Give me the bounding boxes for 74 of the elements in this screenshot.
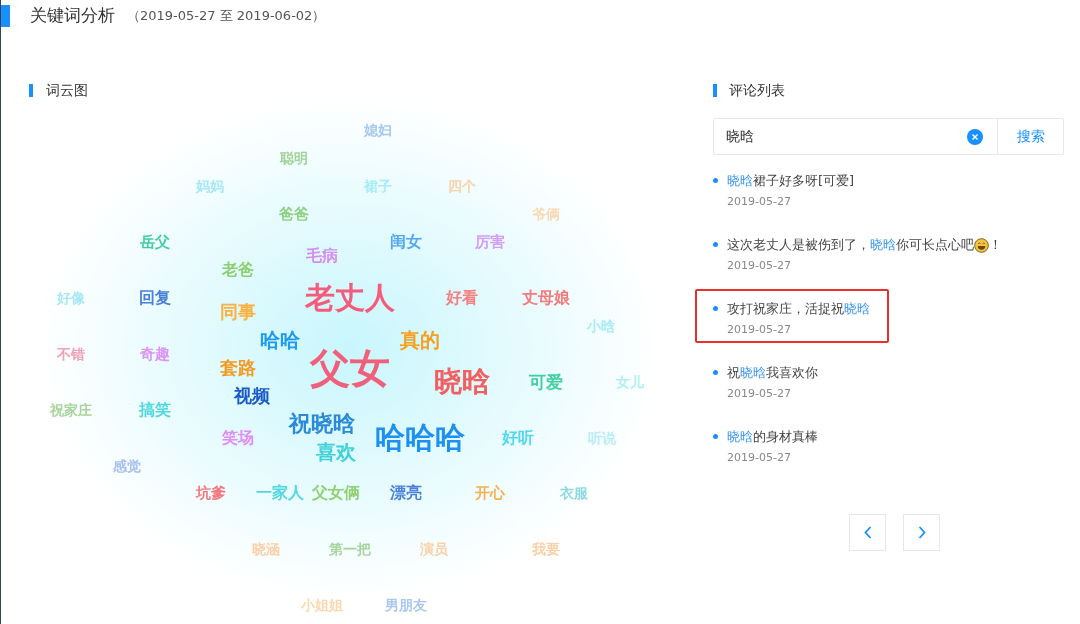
next-page-button[interactable]: [903, 514, 940, 551]
cloud-word: 不错: [57, 347, 85, 361]
cloud-word: 小晗: [587, 319, 615, 333]
cloud-word: 爸爸: [279, 206, 309, 222]
comment-date: 2019-05-27: [727, 322, 792, 338]
cloud-word: 小姐姐: [301, 598, 343, 612]
comment-date: 2019-05-27: [727, 386, 792, 402]
comment-text: 晓晗裙子好多呀[可爱]: [727, 172, 855, 190]
section-title: 评论列表: [729, 81, 785, 100]
cloud-word: 闺女: [390, 234, 422, 250]
cloud-word: 聪明: [280, 151, 308, 165]
accent-bar: [713, 84, 717, 97]
cloud-word: 坑爹: [196, 485, 226, 501]
cloud-word: 奇趣: [140, 346, 170, 362]
cloud-word: 晓晗: [434, 368, 490, 396]
cloud-word: 父女俩: [312, 485, 360, 501]
cloud-word: 开心: [475, 485, 505, 501]
cloud-word: 厉害: [475, 234, 505, 250]
cloud-word: 好听: [502, 430, 534, 446]
cloud-word: 喜欢: [316, 442, 356, 462]
chevron-left-icon: [863, 526, 872, 539]
cloud-word: 四个: [448, 179, 476, 193]
cloud-word: 老爸: [222, 262, 254, 278]
cloud-word: 父女: [310, 348, 390, 388]
cloud-word: 晓涵: [252, 542, 280, 556]
clear-icon[interactable]: [967, 128, 983, 145]
cloud-word: 同事: [220, 303, 256, 321]
cloud-word: 爷俩: [532, 207, 560, 221]
accent-bar: [29, 84, 33, 97]
cloud-word: 女儿: [616, 375, 644, 389]
previous-page-button[interactable]: [849, 514, 886, 551]
section-title: 词云图: [46, 81, 88, 100]
cloud-word: 毛病: [306, 248, 338, 264]
cloud-word: 感觉: [113, 459, 141, 473]
cloud-word: 哈哈哈: [375, 423, 465, 453]
cloud-word: 真的: [400, 330, 440, 350]
search-field[interactable]: 晓晗 搜索: [713, 118, 1064, 155]
cloud-word: 漂亮: [390, 485, 422, 501]
cloud-word: 好像: [57, 291, 85, 305]
chevron-right-icon: [917, 526, 926, 539]
cloud-word: 我要: [532, 542, 560, 556]
cloud-word: 男朋友: [385, 598, 427, 612]
cloud-word: 一家人: [256, 485, 304, 501]
page-title: 关键词分析: [30, 4, 115, 28]
cloud-word: 衣服: [560, 486, 588, 500]
cloud-word: 哈哈: [260, 330, 300, 350]
smiley-icon: [974, 237, 989, 253]
cloud-word: 岳父: [140, 234, 170, 250]
cloud-word: 好看: [446, 290, 478, 306]
cloud-word: 老丈人: [305, 283, 395, 313]
cloud-word: 祝晓晗: [289, 413, 355, 435]
cloud-word: 套路: [220, 359, 256, 377]
cloud-word: 演员: [420, 542, 448, 556]
cloud-word: 祝家庄: [50, 403, 92, 417]
comment-date: 2019-05-27: [727, 258, 792, 274]
cloud-word: 回复: [139, 290, 171, 306]
comment-text: 这次老丈人是被伤到了，晓晗你可长点心吧 ！: [727, 236, 1002, 255]
comment-date: 2019-05-27: [727, 450, 792, 466]
comment-text: 攻打祝家庄，活捉祝晓晗: [727, 300, 870, 318]
cloud-word: 可爱: [529, 373, 563, 391]
cloud-word: 搞笑: [139, 402, 171, 418]
accent-bar: [1, 5, 10, 27]
cloud-word: 妈妈: [196, 179, 224, 193]
comment-text: 祝晓晗我喜欢你: [727, 364, 818, 382]
cloud-word: 第一把: [329, 542, 371, 556]
cloud-word: 笑场: [222, 430, 254, 446]
comment-date: 2019-05-27: [727, 194, 792, 210]
cloud-word: 视频: [234, 387, 270, 405]
date-range: （2019-05-27 至 2019-06-02）: [127, 7, 326, 26]
cloud-word: 裙子: [364, 179, 392, 193]
cloud-word: 媳妇: [364, 123, 392, 137]
comment-text: 晓晗的身材真棒: [727, 428, 818, 446]
cloud-word: 听说: [588, 431, 616, 445]
cloud-word: 丈母娘: [522, 290, 570, 306]
